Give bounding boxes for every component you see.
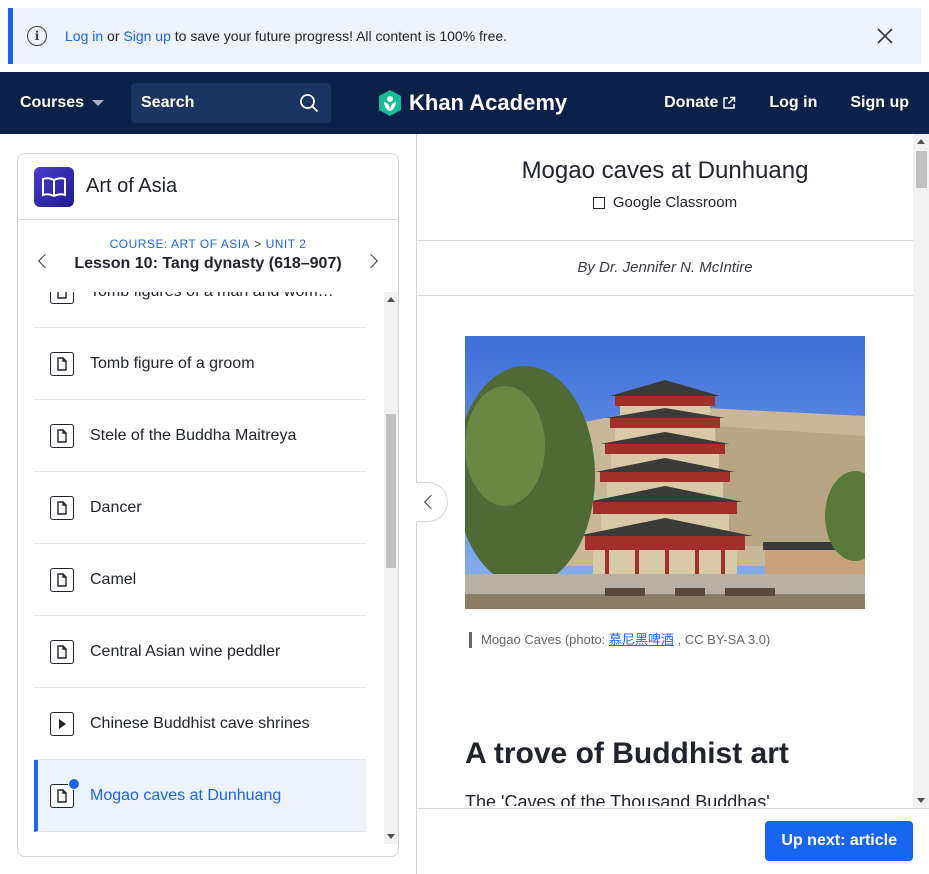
close-icon[interactable]: [875, 26, 895, 46]
scroll-down-icon[interactable]: [387, 834, 395, 839]
course-sidebar: Art of Asia COURSE: ART OF ASIA > UNIT 2 L…: [17, 153, 399, 857]
list-item-label: Mogao caves at Dunhuang: [90, 786, 282, 804]
breadcrumb-unit[interactable]: UNIT 2: [266, 237, 307, 251]
article-icon: [50, 495, 74, 520]
google-classroom-button[interactable]: Google Classroom: [417, 194, 913, 211]
article-header: Mogao caves at Dunhuang Google Classroom: [417, 134, 913, 241]
section-heading: A trove of Buddhist art: [465, 737, 789, 770]
caption-suffix: , CC BY-SA 3.0): [673, 632, 771, 647]
list-item-label: Camel: [90, 570, 137, 588]
list-item[interactable]: Central Asian wine peddler: [34, 616, 366, 688]
list-item-label: Tomb figure of a groom: [90, 354, 255, 372]
banner-message-text: to save your future progress! All conten…: [170, 28, 508, 44]
list-item[interactable]: Camel: [34, 544, 366, 616]
book-icon: [42, 176, 66, 197]
list-item[interactable]: Dancer: [34, 472, 366, 544]
lesson-title: Lesson 10: Tang dynasty (618–907): [74, 255, 342, 272]
article-icon: [50, 351, 74, 376]
scroll-down-icon[interactable]: [917, 798, 925, 803]
login-link[interactable]: Log in: [769, 94, 817, 112]
article-icon: [50, 567, 74, 592]
notification-banner: i Log in or Sign up to save your future …: [8, 8, 921, 64]
breadcrumb-separator: >: [254, 237, 262, 251]
article-icon: [50, 423, 74, 448]
course-icon: [34, 166, 74, 207]
top-navigation: Courses Search Khan Academy Donate Log i…: [0, 72, 929, 134]
list-item-active[interactable]: Mogao caves at Dunhuang: [34, 760, 366, 832]
collapse-sidebar-button[interactable]: [416, 482, 448, 522]
course-title[interactable]: Art of Asia: [86, 175, 177, 198]
list-item[interactable]: Chinese Buddhist cave shrines: [34, 688, 366, 760]
list-item-label: Central Asian wine peddler: [90, 642, 281, 660]
signup-link[interactable]: Sign up: [850, 94, 909, 112]
khan-academy-logo[interactable]: Khan Academy: [377, 72, 567, 134]
video-play-icon: [50, 711, 74, 736]
chevron-left-icon: [423, 494, 439, 510]
article-panel: Mogao caves at Dunhuang Google Classroom…: [416, 134, 929, 874]
article-paragraph: The 'Caves of the Thousand Buddhas': [465, 792, 770, 806]
donate-link[interactable]: Donate: [631, 94, 736, 112]
nav-links: Donate Log in Sign up: [598, 72, 909, 134]
photo-caption: Mogao Caves (photo: 慕尼黑啤酒 , CC BY-SA 3.0…: [469, 632, 770, 648]
scrollbar-thumb[interactable]: [916, 151, 927, 188]
banner-login-link[interactable]: Log in: [65, 28, 103, 44]
banner-message: Log in or Sign up to save your future pr…: [65, 28, 507, 44]
google-classroom-label: Google Classroom: [612, 194, 738, 211]
google-classroom-icon: [592, 196, 605, 209]
info-icon: i: [27, 26, 47, 46]
scroll-up-icon[interactable]: [917, 139, 925, 144]
donate-label: Donate: [664, 94, 719, 111]
article-icon: [50, 292, 74, 304]
breadcrumb-course[interactable]: COURSE: ART OF ASIA: [110, 237, 250, 251]
banner-signup-link[interactable]: Sign up: [123, 28, 170, 44]
list-item-label: Stele of the Buddha Maitreya: [90, 426, 297, 444]
external-link-icon: [723, 96, 736, 109]
caption-prefix: Mogao Caves (photo:: [481, 632, 609, 647]
article-scrollbar[interactable]: [913, 134, 929, 808]
article-icon: [50, 777, 80, 808]
scrollbar-thumb[interactable]: [386, 414, 396, 568]
chevron-down-icon: [92, 100, 105, 106]
search-icon: [300, 94, 319, 113]
lesson-item-list: Tomb figures of a man and woma… Tomb fig…: [34, 292, 366, 844]
list-item-label: Dancer: [90, 498, 142, 516]
banner-or-text: or: [103, 28, 124, 44]
article-byline: By Dr. Jennifer N. McIntire: [417, 242, 913, 296]
courses-menu-button[interactable]: Courses: [20, 72, 105, 134]
list-item-label: Tomb figures of a man and woma…: [90, 292, 340, 301]
list-item[interactable]: Stele of the Buddha Maitreya: [34, 400, 366, 472]
in-progress-badge-icon: [68, 777, 80, 790]
lesson-breadcrumb: COURSE: ART OF ASIA > UNIT 2 Lesson 10: Ta…: [18, 220, 398, 292]
article-title: Mogao caves at Dunhuang: [521, 157, 809, 184]
caption-photographer-link[interactable]: 慕尼黑啤酒: [609, 632, 674, 647]
list-item[interactable]: Tomb figures of a man and woma…: [34, 292, 366, 328]
logo-text: Khan Academy: [409, 90, 568, 115]
search-placeholder: Search: [141, 94, 195, 111]
scroll-up-icon[interactable]: [387, 297, 395, 302]
sidebar-header: Art of Asia: [18, 154, 398, 220]
list-item[interactable]: Tomb figure of a groom: [34, 328, 366, 400]
search-input[interactable]: Search: [131, 83, 331, 123]
sidebar-scrollbar[interactable]: [384, 292, 398, 844]
list-item-label: Chinese Buddhist cave shrines: [90, 714, 310, 732]
up-next-button[interactable]: Up next: article: [765, 821, 913, 861]
mogao-caves-photo: [465, 336, 865, 609]
courses-label: Courses: [20, 94, 85, 111]
breadcrumb-course-unit: COURSE: ART OF ASIA > UNIT 2: [18, 220, 398, 251]
article-footer: Up next: article: [417, 808, 929, 874]
article-icon: [50, 639, 74, 664]
khan-leaf-icon: [379, 90, 401, 116]
